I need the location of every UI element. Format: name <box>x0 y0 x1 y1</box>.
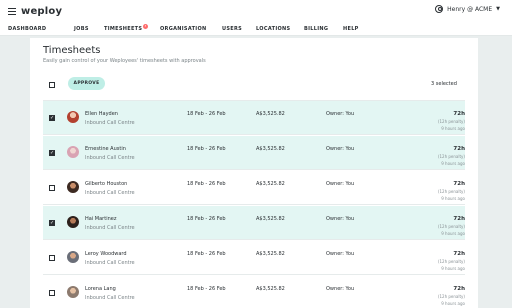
time-ago: 9 hours ago <box>441 266 465 271</box>
avatar <box>67 181 79 193</box>
nav-timesheets-label: TIMESHEETS <box>104 26 143 32</box>
penalty: (12h penalty) <box>437 189 465 194</box>
nav-jobs[interactable]: JOBS <box>74 26 89 32</box>
worker-name[interactable]: Leroy Woodward <box>85 251 127 257</box>
avatar <box>67 216 79 228</box>
table-row[interactable]: Leroy Woodward Inbound Call Centre 18 Fe… <box>43 241 465 275</box>
worker-name[interactable]: Ellen Hayden <box>85 111 118 117</box>
nav-dashboard[interactable]: DASHBOARD <box>8 26 46 32</box>
hours: 72h <box>453 181 465 187</box>
table-row[interactable]: Gilberto Houston Inbound Call Centre 18 … <box>43 171 465 205</box>
worker-name[interactable]: Gilberto Houston <box>85 181 127 187</box>
selected-count: 3 selected <box>431 81 457 87</box>
hours: 72h <box>453 111 465 117</box>
owner: Owner: You <box>326 216 355 222</box>
team-name: Inbound Call Centre <box>85 155 135 161</box>
owner: Owner: You <box>326 286 355 292</box>
page-subtitle: Easily gain control of your Weployees' t… <box>43 58 206 64</box>
worker-name[interactable]: Hai Martinez <box>85 216 116 222</box>
date-range: 18 Feb - 26 Feb <box>187 286 226 292</box>
user-icon <box>435 5 444 13</box>
amount: A$3,525.82 <box>256 251 285 257</box>
select-all-checkbox[interactable] <box>49 82 55 88</box>
amount: A$3,525.82 <box>256 111 285 117</box>
avatar <box>67 111 79 123</box>
worker-name[interactable]: Ernestine Austin <box>85 146 126 152</box>
amount: A$3,525.82 <box>256 146 285 152</box>
team-name: Inbound Call Centre <box>85 120 135 126</box>
hours: 72h <box>453 251 465 257</box>
main-nav: DASHBOARD JOBS TIMESHEETS ! ORGANISATION… <box>0 24 512 36</box>
time-ago: 9 hours ago <box>441 196 465 201</box>
avatar <box>67 251 79 263</box>
date-range: 18 Feb - 26 Feb <box>187 251 226 257</box>
amount: A$3,525.82 <box>256 286 285 292</box>
menu-icon[interactable] <box>8 8 16 15</box>
nav-billing[interactable]: BILLING <box>304 26 328 32</box>
date-range: 18 Feb - 26 Feb <box>187 146 226 152</box>
penalty: (12h penalty) <box>437 154 465 159</box>
penalty: (12h penalty) <box>437 259 465 264</box>
notification-badge: ! <box>143 24 148 29</box>
nav-help[interactable]: HELP <box>343 26 359 32</box>
top-bar: weploy Henry @ ACME ▼ <box>0 0 512 24</box>
row-checkbox[interactable]: ✓ <box>49 220 55 226</box>
row-checkbox[interactable] <box>49 290 55 296</box>
time-ago: 9 hours ago <box>441 231 465 236</box>
owner: Owner: You <box>326 251 355 257</box>
hours: 72h <box>453 286 465 292</box>
time-ago: 9 hours ago <box>441 161 465 166</box>
table-row[interactable]: ✓ Ellen Hayden Inbound Call Centre 18 Fe… <box>43 101 465 135</box>
chevron-down-icon: ▼ <box>496 6 500 12</box>
row-checkbox[interactable] <box>49 185 55 191</box>
user-label: Henry @ ACME <box>447 5 493 13</box>
hours: 72h <box>453 216 465 222</box>
row-checkbox[interactable]: ✓ <box>49 150 55 156</box>
time-ago: 9 hours ago <box>441 126 465 131</box>
amount: A$3,525.82 <box>256 181 285 187</box>
table-row[interactable]: ✓ Ernestine Austin Inbound Call Centre 1… <box>43 136 465 170</box>
avatar <box>67 146 79 158</box>
nav-timesheets[interactable]: TIMESHEETS ! <box>104 24 148 32</box>
user-menu[interactable]: Henry @ ACME ▼ <box>435 5 500 13</box>
app-logo[interactable]: weploy <box>21 6 62 17</box>
time-ago: 9 hours ago <box>441 301 465 306</box>
amount: A$3,525.82 <box>256 216 285 222</box>
approve-button[interactable]: APPROVE <box>68 77 105 90</box>
nav-users[interactable]: USERS <box>222 26 242 32</box>
owner: Owner: You <box>326 111 355 117</box>
nav-organisation[interactable]: ORGANISATION <box>160 26 207 32</box>
penalty: (12h penalty) <box>437 294 465 299</box>
owner: Owner: You <box>326 181 355 187</box>
team-name: Inbound Call Centre <box>85 190 135 196</box>
timesheets-card: Timesheets Easily gain control of your W… <box>30 38 478 308</box>
date-range: 18 Feb - 26 Feb <box>187 181 226 187</box>
team-name: Inbound Call Centre <box>85 225 135 231</box>
date-range: 18 Feb - 26 Feb <box>187 111 226 117</box>
row-checkbox[interactable]: ✓ <box>49 115 55 121</box>
page-title: Timesheets <box>43 45 101 56</box>
row-checkbox[interactable] <box>49 255 55 261</box>
team-name: Inbound Call Centre <box>85 260 135 266</box>
worker-name[interactable]: Lorena Lang <box>85 286 116 292</box>
owner: Owner: You <box>326 146 355 152</box>
avatar <box>67 286 79 298</box>
penalty: (12h penalty) <box>437 224 465 229</box>
table-row[interactable]: ✓ Hai Martinez Inbound Call Centre 18 Fe… <box>43 206 465 240</box>
team-name: Inbound Call Centre <box>85 295 135 301</box>
hours: 72h <box>453 146 465 152</box>
penalty: (12h penalty) <box>437 119 465 124</box>
nav-locations[interactable]: LOCATIONS <box>256 26 290 32</box>
date-range: 18 Feb - 26 Feb <box>187 216 226 222</box>
table-row[interactable]: Lorena Lang Inbound Call Centre 18 Feb -… <box>43 276 465 308</box>
